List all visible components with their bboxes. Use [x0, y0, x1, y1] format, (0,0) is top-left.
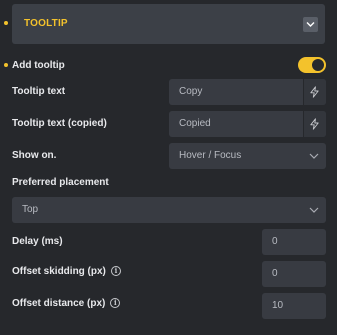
show-on-label: Show on.	[12, 150, 57, 161]
info-icon[interactable]: i	[110, 266, 121, 276]
show-on-value: Hover / Focus	[179, 150, 242, 161]
tooltip-text-copied-input[interactable]: Copied	[169, 111, 326, 137]
tooltip-text-copied-value: Copied	[179, 118, 211, 129]
bolt-icon	[310, 86, 319, 98]
bolt-icon	[310, 118, 319, 130]
tooltip-text-value: Copy	[179, 86, 203, 97]
chevron-down-icon	[306, 22, 315, 27]
delay-value: 0	[272, 236, 278, 247]
preferred-placement-value: Top	[22, 204, 39, 215]
section-title: TOOLTIP	[24, 18, 68, 29]
offset-skidding-value: 0	[272, 268, 278, 279]
tooltip-text-input[interactable]: Copy	[169, 79, 326, 105]
offset-skidding-input[interactable]: 0	[262, 261, 326, 287]
dynamic-data-button[interactable]	[303, 111, 326, 137]
tooltip-text-copied-label: Tooltip text (copied)	[12, 118, 107, 129]
offset-skidding-label-text: Offset skidding (px)	[12, 266, 106, 277]
info-icon[interactable]: i	[110, 298, 121, 308]
tooltip-text-label: Tooltip text	[12, 86, 66, 97]
offset-distance-input[interactable]: 10	[262, 293, 326, 319]
chevron-down-icon	[309, 207, 319, 213]
offset-skidding-label: Offset skidding (px) i	[12, 266, 121, 277]
offset-distance-label-text: Offset distance (px)	[12, 298, 106, 309]
offset-distance-value: 10	[272, 300, 284, 311]
modified-indicator-dot	[4, 21, 8, 25]
show-on-select[interactable]: Hover / Focus	[169, 143, 326, 169]
delay-label: Delay (ms)	[12, 236, 63, 247]
modified-indicator-dot	[4, 63, 8, 67]
collapse-button[interactable]	[303, 17, 318, 32]
preferred-placement-select[interactable]: Top	[12, 197, 326, 223]
delay-input[interactable]: 0	[262, 229, 326, 255]
add-tooltip-toggle[interactable]	[298, 57, 326, 73]
add-tooltip-label: Add tooltip	[12, 60, 65, 71]
chevron-down-icon	[309, 153, 319, 159]
dynamic-data-button[interactable]	[303, 79, 326, 105]
preferred-placement-label: Preferred placement	[12, 177, 109, 188]
toggle-knob	[312, 59, 324, 71]
tooltip-section-header[interactable]: TOOLTIP	[12, 4, 325, 44]
offset-distance-label: Offset distance (px) i	[12, 298, 121, 309]
